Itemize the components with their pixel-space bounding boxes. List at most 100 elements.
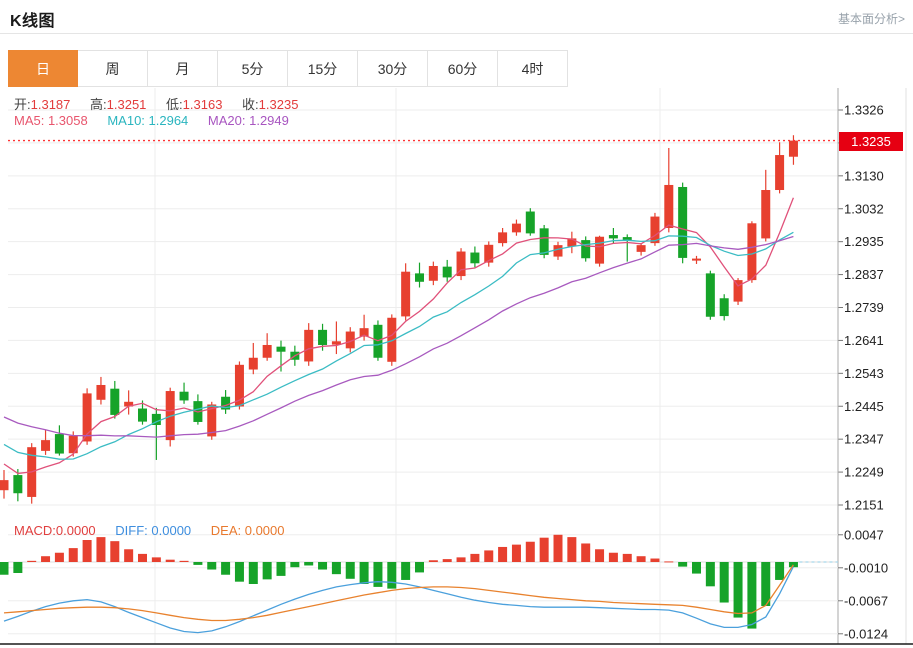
macd-bar[interactable] (290, 562, 299, 567)
macd-bar[interactable] (138, 554, 147, 562)
tab-30min[interactable]: 30分 (358, 50, 428, 87)
candle-body[interactable] (470, 253, 479, 264)
candle-body[interactable] (429, 266, 438, 281)
candle-body[interactable] (263, 345, 272, 358)
macd-bar[interactable] (429, 560, 438, 562)
candle-body[interactable] (678, 187, 687, 258)
macd-bar[interactable] (692, 562, 701, 574)
tab-month[interactable]: 月 (148, 50, 218, 87)
candle-body[interactable] (304, 330, 313, 362)
macd-bar[interactable] (457, 557, 466, 562)
macd-bar[interactable] (332, 562, 341, 574)
macd-bar[interactable] (637, 556, 646, 562)
candle-body[interactable] (789, 141, 798, 157)
candle-body[interactable] (96, 385, 105, 400)
macd-bar[interactable] (277, 562, 286, 576)
macd-bar[interactable] (263, 562, 272, 579)
macd-bar[interactable] (775, 562, 784, 580)
macd-bar[interactable] (734, 562, 743, 618)
tab-4hour[interactable]: 4时 (498, 50, 568, 87)
candle-body[interactable] (554, 245, 563, 256)
macd-bar[interactable] (678, 562, 687, 567)
macd-bar[interactable] (166, 560, 175, 562)
candle-body[interactable] (277, 347, 286, 352)
macd-bar[interactable] (554, 535, 563, 562)
candle-body[interactable] (526, 212, 535, 234)
macd-bar[interactable] (235, 562, 244, 582)
macd-bar[interactable] (27, 561, 36, 562)
candle-body[interactable] (540, 228, 549, 255)
macd-bar[interactable] (193, 562, 202, 565)
macd-bar[interactable] (373, 562, 382, 587)
macd-bar[interactable] (304, 562, 313, 565)
candle-body[interactable] (720, 298, 729, 316)
macd-bar[interactable] (650, 559, 659, 562)
macd-bar[interactable] (512, 545, 521, 562)
candle-body[interactable] (401, 272, 410, 317)
macd-bar[interactable] (249, 562, 258, 584)
candle-body[interactable] (581, 240, 590, 258)
macd-bar[interactable] (83, 540, 92, 562)
candle-body[interactable] (41, 440, 50, 451)
tab-day[interactable]: 日 (8, 50, 78, 87)
macd-bar[interactable] (0, 562, 9, 575)
macd-bar[interactable] (443, 559, 452, 562)
macd-bar[interactable] (540, 538, 549, 562)
macd-bar[interactable] (180, 561, 189, 562)
macd-bar[interactable] (110, 541, 119, 562)
macd-bar[interactable] (415, 562, 424, 572)
macd-bar[interactable] (318, 562, 327, 570)
candle-body[interactable] (249, 358, 258, 370)
candle-body[interactable] (13, 475, 22, 493)
candle-body[interactable] (110, 389, 119, 415)
macd-bar[interactable] (152, 557, 161, 562)
tab-week[interactable]: 周 (78, 50, 148, 87)
macd-bar[interactable] (761, 562, 770, 606)
macd-bar[interactable] (221, 562, 230, 575)
candle-body[interactable] (138, 409, 147, 422)
tab-15min[interactable]: 15分 (288, 50, 358, 87)
macd-bar[interactable] (41, 556, 50, 562)
candle-body[interactable] (761, 190, 770, 238)
tab-60min[interactable]: 60分 (428, 50, 498, 87)
macd-bar[interactable] (69, 548, 78, 562)
candle-body[interactable] (637, 245, 646, 252)
candle-body[interactable] (55, 434, 64, 453)
macd-bar[interactable] (207, 562, 216, 570)
macd-bar[interactable] (595, 549, 604, 562)
macd-bar[interactable] (498, 547, 507, 562)
candle-body[interactable] (775, 155, 784, 190)
fundamental-analysis-link[interactable]: 基本面分析> (838, 10, 905, 27)
candle-body[interactable] (609, 235, 618, 238)
candle-body[interactable] (734, 280, 743, 302)
macd-bar[interactable] (360, 562, 369, 584)
macd-bar[interactable] (720, 562, 729, 603)
macd-bar[interactable] (609, 553, 618, 562)
candle-body[interactable] (595, 237, 604, 264)
candle-body[interactable] (318, 330, 327, 345)
macd-bar[interactable] (664, 561, 673, 562)
tab-5min[interactable]: 5分 (218, 50, 288, 87)
macd-bar[interactable] (387, 562, 396, 589)
macd-bar[interactable] (55, 553, 64, 562)
macd-bar[interactable] (96, 537, 105, 562)
macd-bar[interactable] (346, 562, 355, 579)
macd-bar[interactable] (747, 562, 756, 629)
candle-body[interactable] (0, 480, 9, 490)
macd-bar[interactable] (581, 543, 590, 562)
macd-bar[interactable] (470, 554, 479, 562)
macd-bar[interactable] (623, 554, 632, 562)
macd-bar[interactable] (484, 550, 493, 562)
macd-bar[interactable] (13, 562, 22, 573)
candle-body[interactable] (692, 259, 701, 261)
candle-body[interactable] (747, 223, 756, 280)
candle-body[interactable] (706, 273, 715, 316)
candle-body[interactable] (512, 224, 521, 233)
candle-body[interactable] (443, 267, 452, 278)
macd-bar[interactable] (567, 537, 576, 562)
candle-body[interactable] (498, 232, 507, 243)
candle-body[interactable] (415, 273, 424, 281)
macd-bar[interactable] (706, 562, 715, 586)
macd-bar[interactable] (789, 562, 798, 567)
candle-body[interactable] (664, 185, 673, 228)
